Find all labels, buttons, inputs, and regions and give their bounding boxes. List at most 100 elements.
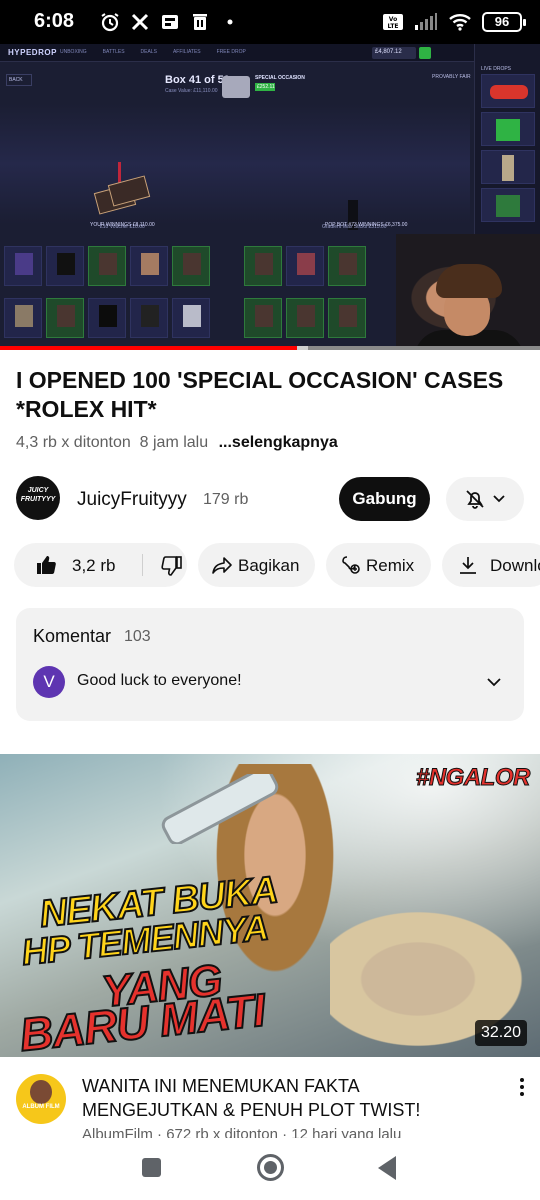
recents-button[interactable]	[142, 1158, 161, 1177]
game-logo: HYPEDROP	[8, 48, 57, 57]
home-button[interactable]	[257, 1154, 284, 1181]
grid-item	[244, 298, 282, 338]
video-title[interactable]: I OPENED 100 'SPECIAL OCCASION' CASES *R…	[16, 366, 524, 424]
next-video-meta: AlbumFilm · 672 rb x ditonton · 12 hari …	[82, 1126, 492, 1138]
like-button[interactable]: 3,2 rb	[14, 543, 142, 587]
grid-item	[244, 246, 282, 286]
status-left-icons	[100, 10, 240, 34]
comments-section[interactable]: Komentar 103 V Good luck to everyone!	[16, 608, 524, 721]
grid-item	[88, 298, 126, 338]
download-button[interactable]: Download	[442, 543, 540, 587]
svg-text:LTE: LTE	[387, 23, 398, 30]
app-icon	[162, 15, 178, 29]
grid-item	[88, 246, 126, 286]
live-drops-label: LIVE DROPS	[481, 66, 512, 72]
game-nav-item: UNBOXING	[60, 49, 87, 55]
alarm-icon	[101, 13, 119, 32]
progress-buffered	[297, 346, 308, 350]
game-popbot-winnings: POP BOT #73 WINNINGS £6,375.00	[325, 222, 408, 228]
game-box-sub: Case Value: £11,110.00	[165, 88, 218, 94]
grid-item	[286, 246, 324, 286]
grid-item	[328, 298, 366, 338]
grid-item	[286, 298, 324, 338]
share-label: Bagikan	[238, 556, 300, 575]
game-nav: UNBOXING BATTLES DEALS AFFILIATES FREE D…	[60, 49, 246, 55]
grid-item	[130, 298, 168, 338]
grid-item	[172, 298, 210, 338]
video-views: 4,3 rb x ditonton	[16, 434, 131, 451]
comments-title: Komentar	[33, 626, 112, 646]
status-bar: 6:08 Vo LTE 96	[0, 0, 540, 44]
share-button[interactable]: Bagikan	[198, 543, 315, 587]
grid-item	[46, 298, 84, 338]
status-right-icons: Vo LTE 96	[382, 10, 526, 34]
channel-name[interactable]: JuicyFruityyy	[77, 489, 187, 511]
like-dislike-pill: 3,2 rb	[14, 543, 187, 587]
next-video-age: 12 hari yang lalu	[291, 1126, 402, 1138]
video-progress-bar[interactable]	[0, 346, 540, 350]
video-player[interactable]: HYPEDROP UNBOXING BATTLES DEALS AFFILIAT…	[0, 44, 540, 350]
thumb-phone	[161, 774, 279, 844]
bell-off-icon	[466, 490, 484, 509]
next-video-views: 672 rb x ditonton	[166, 1126, 278, 1138]
game-nav-item: AFFILIATES	[172, 49, 201, 55]
back-button[interactable]	[378, 1156, 396, 1180]
game-case-thumb	[222, 76, 250, 98]
progress-played	[0, 346, 297, 350]
video-age: 8 jam lalu	[139, 434, 209, 451]
next-video-title[interactable]: WANITA INI MENEMUKAN FAKTA MENGEJUTKAN &…	[82, 1074, 492, 1122]
video-duration: 32.20	[475, 1020, 528, 1046]
more-options-icon[interactable]	[512, 1076, 532, 1100]
next-video-channel-avatar[interactable]: ALBUM FILM	[16, 1074, 66, 1124]
trash-icon	[193, 14, 207, 30]
video-meta[interactable]: 4,3 rb x ditonton 8 jam lalu ...selengka…	[16, 434, 338, 452]
game-balance: £4,807.12	[372, 47, 416, 59]
channel-avatar-logo: JUICY FRUITYYY	[20, 487, 56, 503]
game-nav-item: BATTLES	[102, 49, 125, 55]
grid-item	[4, 298, 42, 338]
download-icon	[460, 557, 476, 574]
subscriber-count: 179 rb	[203, 491, 249, 508]
game-your-winnings: YOUR WINNINGS £8,110.00	[90, 222, 155, 228]
download-label: Download	[490, 556, 540, 575]
notification-button[interactable]	[446, 477, 524, 521]
streamer-webcam	[396, 234, 540, 350]
svg-text:Vo: Vo	[389, 16, 397, 23]
game-nav-item: DEALS	[140, 49, 157, 55]
x-icon	[131, 13, 149, 31]
dislike-button[interactable]	[143, 543, 187, 587]
game-nav-item: FREE DROP	[216, 49, 246, 55]
avatar-logo-text: ALBUM FILM	[22, 1104, 60, 1110]
grid-item	[4, 246, 42, 286]
game-case-name: SPECIAL OCCASION	[255, 75, 305, 81]
game-box-title: Box 41 of 50	[165, 74, 230, 86]
next-video-channel: AlbumFilm	[82, 1126, 153, 1138]
dot-icon	[227, 19, 233, 25]
game-back-button: BACK	[6, 74, 32, 86]
game-item-grid	[4, 246, 394, 346]
remix-label: Remix	[366, 556, 415, 575]
live-drop-item	[481, 112, 535, 146]
top-comment-text: Good luck to everyone!	[77, 672, 242, 689]
game-topbar: HYPEDROP UNBOXING BATTLES DEALS AFFILIAT…	[0, 44, 475, 62]
thumbs-up-icon	[37, 556, 56, 574]
game-reel: £10 Voucher £10.00 Gradient Wax Sticks £…	[0, 104, 470, 230]
show-more-link[interactable]: ...selengkapnya	[219, 434, 338, 451]
wifi-icon	[449, 14, 471, 31]
next-video-thumbnail[interactable]: #NGALOR NEKAT BUKA HP TEMENNYA YANG BARU…	[0, 754, 540, 1057]
remix-icon	[342, 556, 360, 574]
status-time: 6:08	[34, 10, 75, 32]
comments-count: 103	[124, 628, 151, 645]
reel-card	[107, 175, 151, 207]
signal-icon	[415, 13, 437, 30]
volte-icon: VoLTE	[383, 14, 403, 30]
grid-item	[46, 246, 84, 286]
system-nav-bar	[0, 1138, 540, 1200]
join-button[interactable]: Gabung	[339, 477, 430, 521]
expand-comments-icon[interactable]	[486, 674, 502, 690]
remix-button[interactable]: Remix	[326, 543, 431, 587]
share-icon	[212, 557, 232, 574]
channel-avatar[interactable]: JUICY FRUITYYY	[16, 476, 60, 520]
live-drop-item	[481, 150, 535, 184]
grid-item	[130, 246, 168, 286]
